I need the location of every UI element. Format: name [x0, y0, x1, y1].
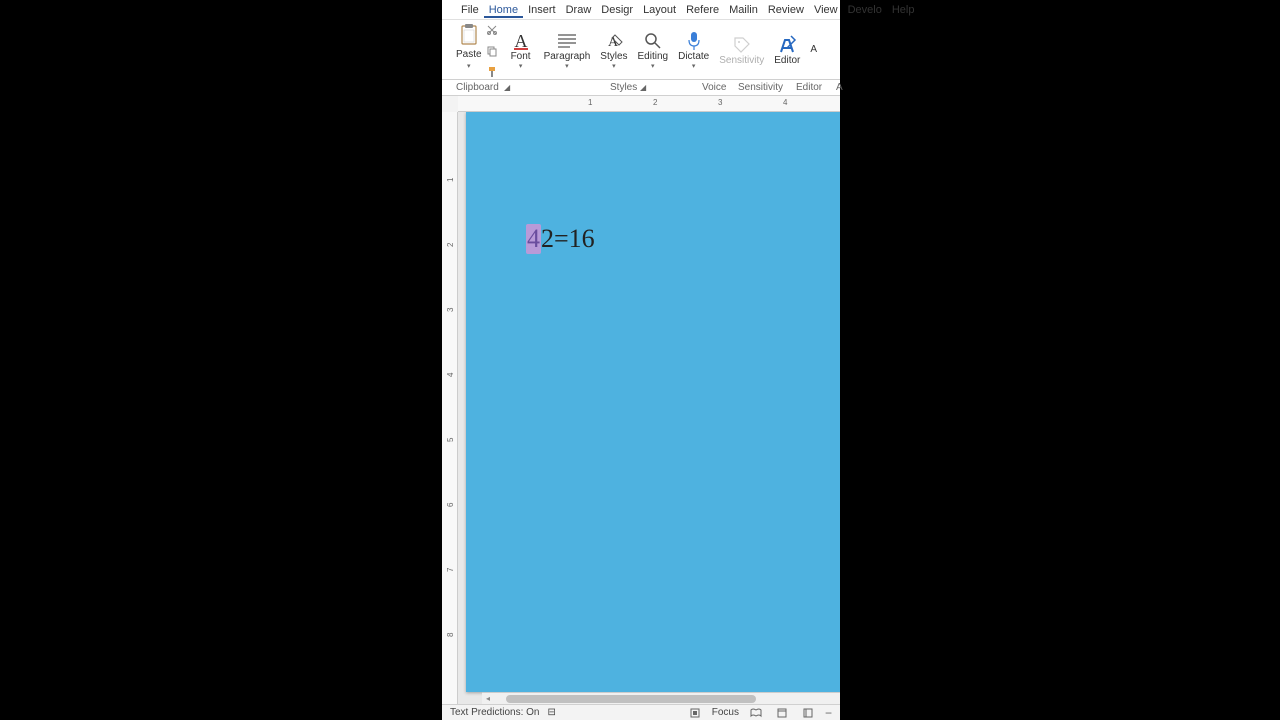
- editor-button[interactable]: Editor: [770, 22, 804, 78]
- scroll-left-arrow-icon[interactable]: ◂: [482, 694, 494, 703]
- cut-icon[interactable]: [486, 24, 498, 39]
- dictate-button[interactable]: Dictate ▾: [674, 22, 713, 78]
- font-label: Font: [511, 52, 531, 62]
- focus-label[interactable]: Focus: [712, 707, 739, 718]
- text-predictions-status[interactable]: Text Predictions: On: [450, 707, 539, 718]
- read-mode-button[interactable]: [747, 707, 765, 719]
- print-layout-button[interactable]: [773, 707, 791, 719]
- editing-button[interactable]: Editing ▾: [634, 22, 673, 78]
- web-layout-button[interactable]: [799, 707, 817, 719]
- ribbon-group-labels: Clipboard ◢ Styles ◢ Voice Sensitivity E…: [442, 80, 840, 96]
- styles-button[interactable]: A Styles ▾: [596, 22, 631, 78]
- chevron-down-icon: ▾: [651, 62, 655, 70]
- format-painter-icon[interactable]: [486, 66, 498, 81]
- addins-partial: A: [806, 22, 817, 78]
- tab-home[interactable]: Home: [484, 2, 523, 18]
- equation-operator[interactable]: =: [554, 224, 569, 254]
- paste-button[interactable]: Paste ▾: [456, 22, 482, 70]
- microphone-icon: [681, 30, 707, 52]
- voice-group-label: Voice: [702, 82, 726, 93]
- editor-label: Editor: [774, 56, 800, 66]
- ribbon-tabs: File Home Insert Draw Desigr Layout Refe…: [442, 0, 840, 20]
- font-icon: A: [508, 30, 534, 52]
- zoom-out-button[interactable]: −: [825, 706, 832, 720]
- copy-icon[interactable]: [486, 45, 498, 60]
- tab-file[interactable]: File: [456, 2, 484, 18]
- focus-mode-button[interactable]: [686, 707, 704, 719]
- dictate-label: Dictate: [678, 52, 709, 62]
- tab-draw[interactable]: Draw: [561, 2, 597, 18]
- tab-design[interactable]: Desigr: [596, 2, 638, 18]
- tag-icon: [729, 34, 755, 56]
- paste-label: Paste: [456, 50, 482, 60]
- sensitivity-label: Sensitivity: [719, 56, 764, 66]
- equation-exponent[interactable]: 2: [541, 224, 554, 254]
- paragraph-icon: [554, 30, 580, 52]
- status-bar: Text Predictions: On ⊟ Focus −: [442, 704, 840, 720]
- styles-group-label: Styles: [610, 82, 637, 93]
- document-page[interactable]: 42 = 16: [466, 112, 840, 692]
- styles-icon: A: [601, 30, 627, 52]
- tab-help[interactable]: Help: [887, 2, 920, 18]
- clipboard-group-label: Clipboard: [456, 82, 499, 93]
- paragraph-label: Paragraph: [544, 52, 591, 62]
- accessibility-icon[interactable]: ⊟: [547, 707, 555, 718]
- chevron-down-icon: ▾: [519, 62, 523, 70]
- clipboard-icon: [457, 22, 481, 48]
- tab-view[interactable]: View: [809, 2, 843, 18]
- chevron-down-icon: ▾: [692, 62, 696, 70]
- equation-result[interactable]: 16: [569, 224, 595, 254]
- editor-group-label: Editor: [796, 82, 822, 93]
- paragraph-button[interactable]: Paragraph ▾: [540, 22, 595, 78]
- ribbon: Paste ▾ A Font ▾ Paragraph ▾: [442, 20, 840, 80]
- sensitivity-button: Sensitivity: [715, 22, 768, 78]
- tab-references[interactable]: Refere: [681, 2, 724, 18]
- tab-layout[interactable]: Layout: [638, 2, 681, 18]
- sensitivity-group-label: Sensitivity: [738, 82, 783, 93]
- styles-label: Styles: [600, 52, 627, 62]
- chevron-down-icon: ▾: [467, 62, 471, 70]
- vertical-ruler[interactable]: 1 2 3 4 5 6 7 8: [442, 112, 458, 704]
- tab-mailings[interactable]: Mailin: [724, 2, 763, 18]
- equation-base-selected[interactable]: 4: [526, 224, 541, 254]
- font-button[interactable]: A Font ▾: [504, 22, 538, 78]
- tab-insert[interactable]: Insert: [523, 2, 561, 18]
- dialog-launcher-icon[interactable]: ◢: [504, 83, 510, 92]
- editing-label: Editing: [638, 52, 669, 62]
- editor-pen-icon: [774, 34, 800, 56]
- horizontal-scrollbar[interactable]: ◂: [482, 692, 840, 704]
- clipboard-group: Paste ▾: [452, 22, 502, 78]
- dialog-launcher-icon[interactable]: ◢: [640, 83, 646, 92]
- tab-review[interactable]: Review: [763, 2, 809, 18]
- horizontal-ruler[interactable]: 1 2 3 4: [458, 96, 840, 112]
- scrollbar-thumb[interactable]: [506, 695, 756, 703]
- word-app-window: File Home Insert Draw Desigr Layout Refe…: [442, 0, 840, 720]
- addins-group-label: A: [836, 82, 843, 93]
- document-scroll-area[interactable]: 42 = 16 ◂: [458, 112, 840, 704]
- chevron-down-icon: ▾: [612, 62, 616, 70]
- document-workspace: 1 2 3 4 5 6 7 8 42 = 16 ◂: [442, 112, 840, 704]
- chevron-down-icon: ▾: [565, 62, 569, 70]
- search-icon: [640, 30, 666, 52]
- equation-text[interactable]: 42 = 16: [526, 224, 595, 254]
- tab-developer[interactable]: Develo: [843, 2, 887, 18]
